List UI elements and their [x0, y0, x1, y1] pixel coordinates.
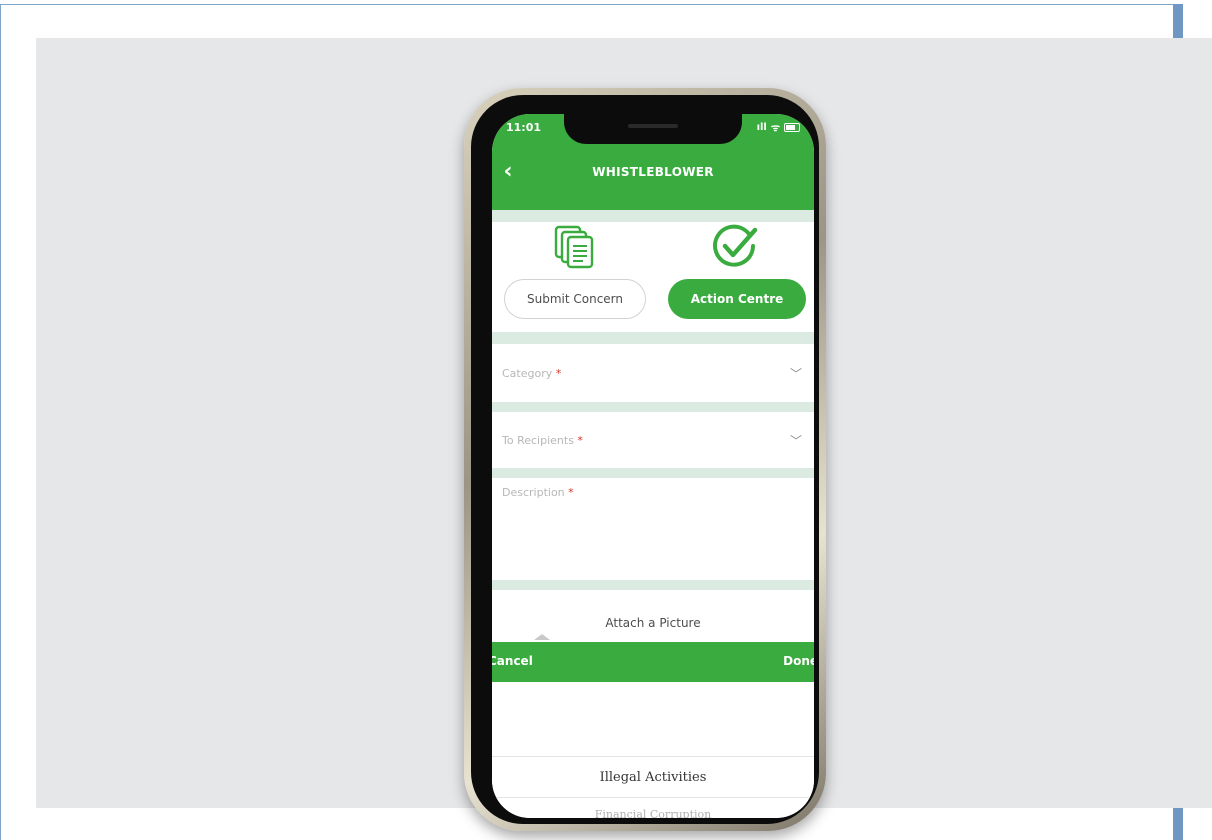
- picker-option-selected[interactable]: Illegal Activities: [492, 770, 814, 785]
- signal-icon: ıll: [756, 121, 767, 133]
- category-label: Category *: [502, 367, 562, 380]
- page-title: WHISTLEBLOWER: [592, 165, 714, 179]
- tab-submit-concern[interactable]: Submit Concern: [504, 279, 646, 319]
- recipients-label: To Recipients *: [502, 434, 583, 447]
- field-divider-band: [492, 402, 814, 412]
- wifi-icon: ᯤ: [770, 123, 780, 134]
- chevron-down-icon: ﹀: [790, 434, 803, 448]
- tab-action-centre[interactable]: Action Centre: [668, 279, 806, 319]
- status-icons: ıll ᯤ: [757, 120, 800, 134]
- picker-selection-line: [492, 756, 814, 757]
- picker-cancel-button[interactable]: Cancel: [492, 654, 533, 668]
- chevron-down-icon: ﹀: [790, 367, 803, 381]
- status-time: 11:01: [506, 121, 542, 134]
- phone-notch: [564, 114, 742, 144]
- stage-background: 11:01 ıll ᯤ ‹ WHISTLEBLOWER Submit Conce…: [36, 38, 1212, 831]
- side-accent-top: [1173, 4, 1183, 38]
- popover-arrow: [534, 634, 550, 640]
- picker-done-button[interactable]: Done: [783, 654, 814, 668]
- phone-frame: 11:01 ıll ᯤ ‹ WHISTLEBLOWER Submit Conce…: [464, 88, 826, 831]
- phone-bezel: 11:01 ıll ᯤ ‹ WHISTLEBLOWER Submit Conce…: [471, 95, 819, 824]
- documents-icon[interactable]: [554, 225, 594, 269]
- tabs-divider-band: [492, 332, 814, 344]
- picker-selection-line: [492, 797, 814, 798]
- field-divider-band: [492, 580, 814, 590]
- check-circle-icon[interactable]: [712, 224, 758, 270]
- picker-toolbar: Cancel Done: [492, 642, 814, 682]
- description-label: Description *: [502, 486, 574, 499]
- notch-speaker: [628, 124, 678, 128]
- side-accent-bottom: [1173, 808, 1183, 840]
- battery-icon: [784, 122, 800, 132]
- field-divider-band: [492, 468, 814, 478]
- attach-picture-button[interactable]: Attach a Picture: [492, 616, 814, 630]
- phone-screen: 11:01 ıll ᯤ ‹ WHISTLEBLOWER Submit Conce…: [492, 114, 814, 818]
- header-divider-band: [492, 210, 814, 222]
- picker-option[interactable]: Financial Corruption: [492, 808, 814, 818]
